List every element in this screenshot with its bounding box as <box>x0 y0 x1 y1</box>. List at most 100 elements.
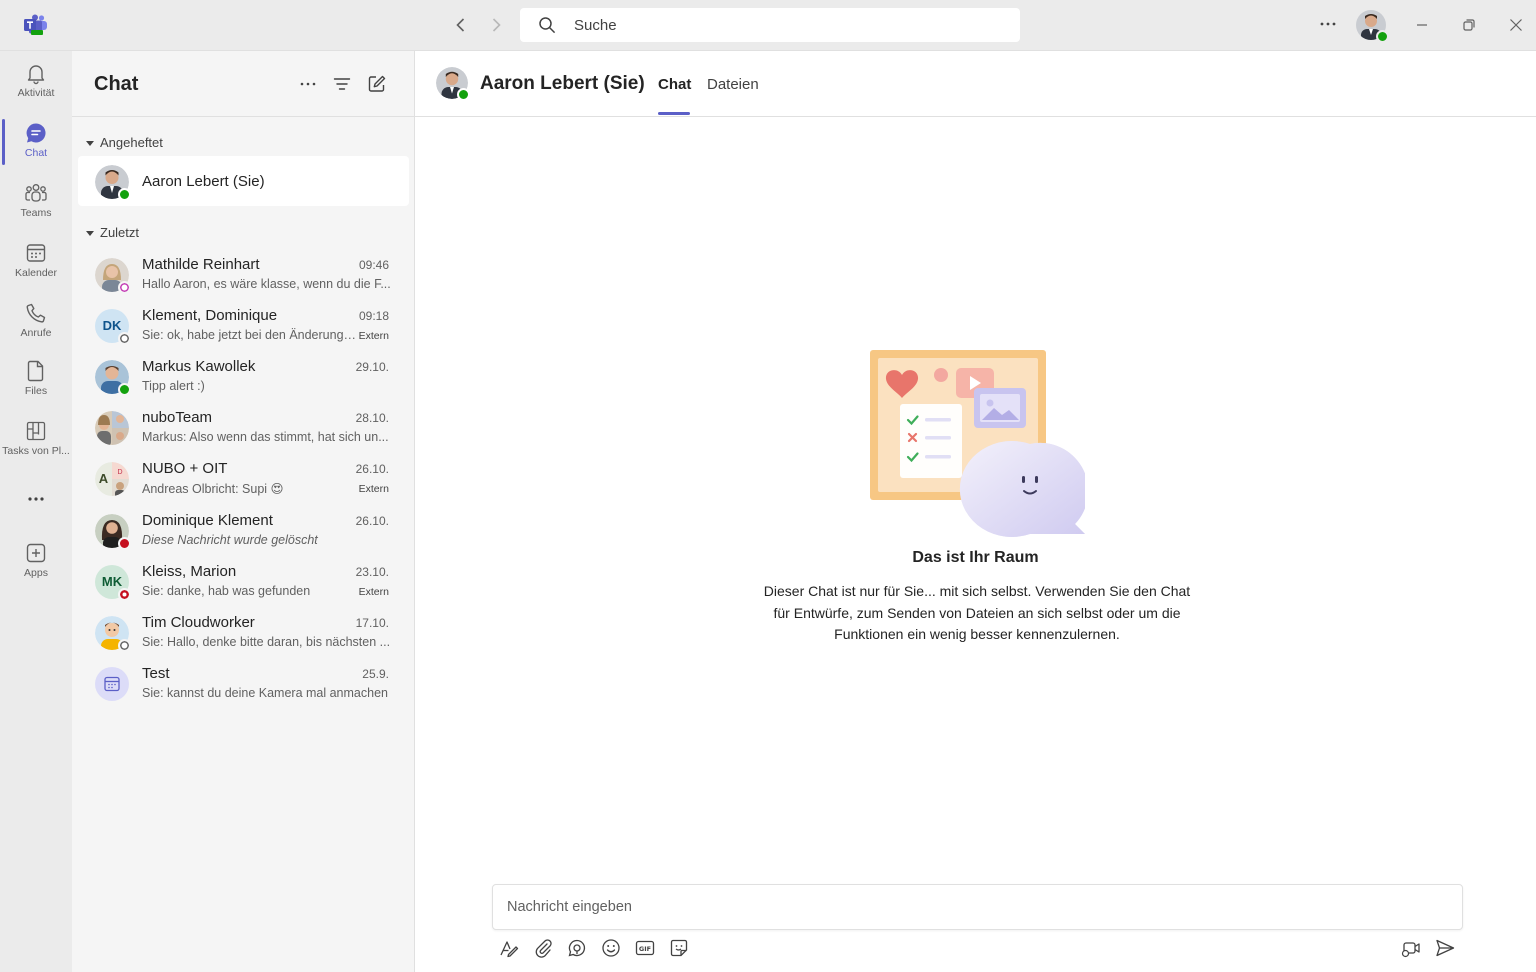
chat-preview: Hallo Aaron, es wäre klasse, wenn du die… <box>142 277 391 291</box>
chat-list-item[interactable]: nuboTeam 28.10. Markus: Also wenn das st… <box>78 404 409 454</box>
avatar-initials: A <box>98 471 109 486</box>
rail-item-calendar[interactable]: Kalender <box>0 233 72 291</box>
empty-state-description: Dieser Chat ist nur für Sie... mit sich … <box>763 583 1191 642</box>
chat-preview: Tipp alert :) <box>142 379 205 393</box>
rail-item-teams[interactable]: Teams <box>0 173 72 231</box>
tab-files[interactable]: Dateien <box>707 76 759 93</box>
chat-list-title: Chat <box>94 73 139 95</box>
more-options-icon[interactable] <box>297 73 319 95</box>
chat-time: 09:46 <box>358 258 389 272</box>
section-pinned[interactable]: Angeheftet <box>86 135 163 150</box>
search-input[interactable] <box>574 8 994 42</box>
chat-name: Tim Cloudworker <box>142 614 255 631</box>
svg-text:GIF: GIF <box>639 945 651 953</box>
chat-icon <box>26 123 46 143</box>
forward-arrow-icon[interactable] <box>484 13 508 37</box>
new-chat-icon[interactable] <box>366 73 388 95</box>
chat-name: Aaron Lebert (Sie) <box>142 173 265 190</box>
chat-list-header: Chat <box>72 51 415 117</box>
chat-time: 25.9. <box>362 667 389 681</box>
chat-list-item[interactable]: DK Klement, Dominique 09:18 Sie: ok, hab… <box>78 302 409 352</box>
filter-icon[interactable] <box>331 73 353 95</box>
close-icon[interactable] <box>1504 13 1528 37</box>
chat-list-item[interactable]: Test 25.9. Sie: kannst du deine Kamera m… <box>78 660 409 710</box>
avatar <box>95 514 131 550</box>
video-clip-icon[interactable] <box>1400 937 1422 959</box>
restore-icon[interactable] <box>1457 13 1481 37</box>
chat-name: Kleiss, Marion <box>142 563 237 580</box>
chat-list-item[interactable]: Tim Cloudworker 17.10. Sie: Hallo, denke… <box>78 609 409 659</box>
phone-icon <box>26 303 46 323</box>
presence-do-not-disturb-icon <box>118 588 131 601</box>
rail-item-chat[interactable]: Chat <box>0 113 72 171</box>
chat-list-item[interactable]: Markus Kawollek 29.10. Tipp alert :) <box>78 353 409 403</box>
chat-preview: Sie: kannst du deine Kamera mal anmachen <box>142 686 388 700</box>
more-apps-button[interactable] <box>0 479 72 519</box>
rail-label: Chat <box>24 147 48 159</box>
pinned-chat-item[interactable]: Aaron Lebert (Sie) <box>78 156 409 206</box>
search-box[interactable] <box>520 8 1020 42</box>
message-input[interactable] <box>507 885 1447 929</box>
attach-icon[interactable] <box>532 937 554 959</box>
external-badge: Extern <box>358 586 389 598</box>
search-icon <box>539 17 556 34</box>
chat-list-item[interactable]: MK Kleiss, Marion 23.10. Sie: danke, hab… <box>78 558 409 608</box>
more-options-icon[interactable] <box>1316 12 1340 36</box>
presence-offline-icon <box>118 639 131 652</box>
file-icon <box>27 360 44 382</box>
chat-header: Aaron Lebert (Sie) Chat Dateien <box>415 51 1536 117</box>
chat-header-avatar[interactable] <box>436 67 470 101</box>
tab-chat[interactable]: Chat <box>658 76 691 93</box>
rail-item-planner[interactable]: Tasks von Pl... <box>0 411 72 469</box>
presence-available-icon <box>118 383 131 396</box>
rail-item-apps[interactable]: Apps <box>0 533 72 591</box>
gif-icon[interactable]: GIF <box>634 937 656 959</box>
teams-logo-icon[interactable] <box>24 14 48 36</box>
add-app-icon <box>26 543 46 563</box>
chat-preview: Markus: Also wenn das stimmt, hat sich u… <box>142 430 389 444</box>
profile-avatar[interactable] <box>1356 10 1389 43</box>
chat-name: Klement, Dominique <box>142 307 278 324</box>
avatar <box>95 360 131 396</box>
rail-label: Aktivität <box>17 87 55 99</box>
rail-item-files[interactable]: Files <box>0 351 72 409</box>
minimize-icon[interactable] <box>1410 13 1434 37</box>
chat-list-panel: Chat Angeheftet Aaron Lebert (Sie) Zulet… <box>72 51 415 972</box>
chat-preview: Andreas Olbricht: Supi 😍 <box>142 482 284 496</box>
chat-preview: Sie: ok, habe jetzt bei den Änderungen..… <box>142 328 360 342</box>
message-composer[interactable] <box>492 884 1463 930</box>
rail-item-calls[interactable]: Anrufe <box>0 293 72 351</box>
emoji-icon[interactable] <box>600 937 622 959</box>
chat-name: Mathilde Reinhart <box>142 256 260 273</box>
chat-title: Aaron Lebert (Sie) <box>480 73 645 94</box>
active-tab-indicator <box>658 112 690 115</box>
planner-icon <box>26 421 46 441</box>
section-recent[interactable]: Zuletzt <box>86 225 139 240</box>
chat-time: 09:18 <box>358 309 389 323</box>
chat-preview: Diese Nachricht wurde gelöscht <box>142 533 318 547</box>
caret-down-icon <box>86 141 94 147</box>
presence-available-icon <box>1376 30 1389 43</box>
rail-label: Tasks von Pl... <box>2 445 70 457</box>
more-horizontal-icon <box>28 497 44 501</box>
rail-item-activity[interactable]: Aktivität <box>0 53 72 111</box>
loop-icon[interactable] <box>566 937 588 959</box>
caret-down-icon <box>86 231 94 237</box>
format-icon[interactable] <box>498 937 520 959</box>
chat-preview: Sie: Hallo, denke bitte daran, bis nächs… <box>142 635 391 649</box>
external-badge: Extern <box>358 330 389 342</box>
chat-list-item[interactable]: Mathilde Reinhart 09:46 Hallo Aaron, es … <box>78 251 409 301</box>
back-arrow-icon[interactable] <box>449 13 473 37</box>
chat-list-item[interactable]: D A NUBO + OIT 26.10. Andreas Olbricht: … <box>78 455 409 505</box>
calendar-icon <box>26 244 46 262</box>
chat-time: 26.10. <box>355 514 389 528</box>
group-avatar <box>95 411 129 445</box>
chat-name: Test <box>142 665 170 682</box>
sticker-icon[interactable] <box>668 937 690 959</box>
chat-list-item[interactable]: Dominique Klement 26.10. Diese Nachricht… <box>78 507 409 557</box>
chat-time: 28.10. <box>355 411 389 425</box>
chat-name: Dominique Klement <box>142 512 273 529</box>
presence-offline-icon <box>118 332 131 345</box>
send-icon[interactable] <box>1434 937 1456 959</box>
chat-time: 23.10. <box>355 565 389 579</box>
